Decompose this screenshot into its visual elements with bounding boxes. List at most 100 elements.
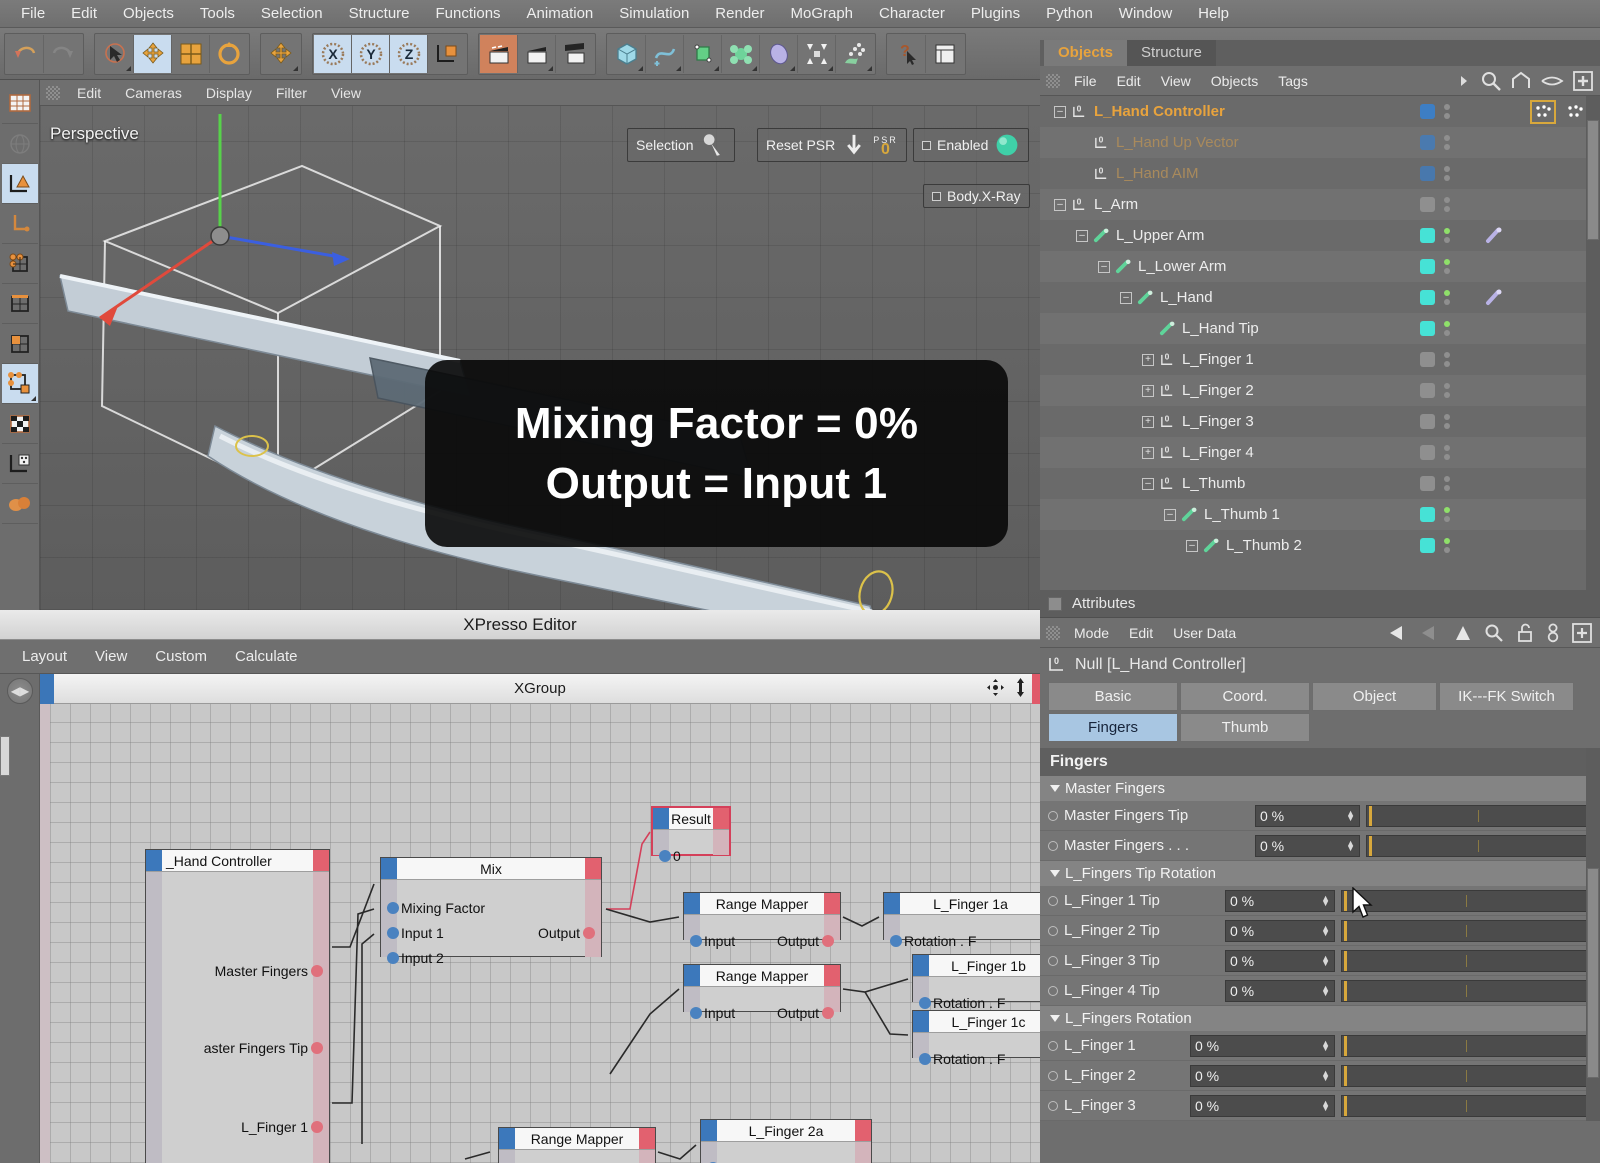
spinner-icon[interactable]: ▲ ▼ xyxy=(1321,983,1330,997)
editor-visibility-dot[interactable] xyxy=(1444,259,1450,265)
visibility-dot-pair[interactable] xyxy=(1444,507,1450,522)
animate-keyframe-dot[interactable] xyxy=(1048,985,1058,996)
node-output-port[interactable]: Master Fingers xyxy=(215,959,323,983)
editor-visibility-dot[interactable] xyxy=(1444,104,1450,110)
render-grid-button[interactable] xyxy=(1,84,38,124)
attribute-slider[interactable] xyxy=(1341,889,1590,912)
attribute-slider[interactable] xyxy=(1366,804,1590,827)
search-icon[interactable] xyxy=(1484,623,1504,643)
attribute-slider[interactable] xyxy=(1341,1064,1590,1087)
xpresso-node-canvas[interactable]: _Hand Controller Master Fingers aster Fing… xyxy=(40,704,1040,1163)
attribute-slider[interactable] xyxy=(1341,1094,1590,1117)
editor-visibility-dot[interactable] xyxy=(1444,290,1450,296)
object-row[interactable]: 0 L_Hand AIM xyxy=(1040,158,1600,189)
enabled-toggle[interactable]: Enabled xyxy=(913,128,1030,162)
port-dot-out-icon[interactable] xyxy=(583,927,595,939)
object-visibility-dots[interactable] xyxy=(1420,228,1450,243)
attribute-value-input[interactable]: 0 % ▲ ▼ xyxy=(1225,979,1335,1002)
editor-visibility-dot[interactable] xyxy=(1444,476,1450,482)
chevron-down-icon[interactable] xyxy=(1050,785,1060,792)
object-color-swatch[interactable] xyxy=(1420,476,1435,491)
editor-visibility-dot[interactable] xyxy=(1444,352,1450,358)
range-mapper-node-1[interactable]: Range Mapper Input Output xyxy=(683,892,841,949)
object-row[interactable]: L_Hand Tip xyxy=(1040,313,1600,344)
object-color-swatch[interactable] xyxy=(1420,290,1435,305)
port-dot-in-icon[interactable] xyxy=(919,997,931,1009)
attribute-value-input[interactable]: 0 % ▲ ▼ xyxy=(1190,1064,1335,1087)
visibility-dot-pair[interactable] xyxy=(1444,538,1450,553)
editor-visibility-dot[interactable] xyxy=(1444,228,1450,234)
menu-item-python[interactable]: Python xyxy=(1033,2,1106,25)
l-finger-2a-node[interactable]: L_Finger 2a Rotation . P xyxy=(700,1119,872,1163)
xpresso-collapse-handle[interactable]: ◀▶ xyxy=(7,678,33,704)
ik-tag-icon[interactable] xyxy=(1484,226,1504,246)
object-row[interactable]: 0 L_Hand Up Vector xyxy=(1040,127,1600,158)
menu-item-tools[interactable]: Tools xyxy=(187,2,248,25)
move-axis-button[interactable] xyxy=(262,35,300,73)
slider-knob[interactable] xyxy=(1369,805,1372,826)
visibility-dot-pair[interactable] xyxy=(1444,383,1450,398)
port-dot-out-icon[interactable] xyxy=(311,1042,323,1054)
viewport-grip-icon[interactable] xyxy=(46,85,60,100)
xpresso-menu-custom[interactable]: Custom xyxy=(141,645,221,668)
render-visibility-dot[interactable] xyxy=(1444,268,1450,274)
attribute-value-input[interactable]: 0 % ▲ ▼ xyxy=(1255,834,1360,857)
slider-knob[interactable] xyxy=(1344,920,1347,941)
collapse-toggle-icon[interactable]: – xyxy=(1054,105,1066,118)
attribute-manager-grip-icon[interactable] xyxy=(1046,625,1060,640)
object-row[interactable]: – L_Upper Arm xyxy=(1040,220,1600,251)
menu-item-animation[interactable]: Animation xyxy=(514,2,607,25)
x-axis-lock-button[interactable]: X xyxy=(314,34,352,73)
object-row[interactable]: +0 L_Finger 3 xyxy=(1040,406,1600,437)
y-axis-lock-button[interactable]: Y xyxy=(352,34,390,73)
undo-button[interactable] xyxy=(6,34,44,73)
attribute-slider[interactable] xyxy=(1366,834,1590,857)
expand-toggle-icon[interactable]: + xyxy=(1142,384,1154,397)
spline-pen-button[interactable] xyxy=(646,34,684,73)
object-color-swatch[interactable] xyxy=(1420,507,1435,522)
reset-psr-button[interactable]: Reset PSR PSR 0 xyxy=(757,128,907,162)
editor-visibility-dot[interactable] xyxy=(1444,383,1450,389)
menu-item-character[interactable]: Character xyxy=(866,2,958,25)
help-cursor-button[interactable]: ? xyxy=(888,34,926,73)
attribute-tab-fingers[interactable]: Fingers xyxy=(1048,713,1178,742)
axis-point-button[interactable] xyxy=(1,444,38,484)
visibility-dot-pair[interactable] xyxy=(1444,352,1450,367)
node-input-port[interactable]: Rotation . P xyxy=(707,1156,794,1163)
animate-keyframe-dot[interactable] xyxy=(1048,895,1058,906)
port-dot-in-icon[interactable] xyxy=(387,902,399,914)
object-visibility-dots[interactable] xyxy=(1420,197,1450,212)
port-dot-in-icon[interactable] xyxy=(387,927,399,939)
object-row[interactable]: +0 L_Finger 1 xyxy=(1040,344,1600,375)
visibility-dot-pair[interactable] xyxy=(1444,445,1450,460)
editor-visibility-dot[interactable] xyxy=(1444,538,1450,544)
animate-keyframe-dot[interactable] xyxy=(1048,955,1058,966)
object-visibility-dots[interactable] xyxy=(1420,507,1450,522)
slider-knob[interactable] xyxy=(1369,835,1372,856)
ik-tag-icon[interactable] xyxy=(1484,288,1504,308)
xgroup-header[interactable]: XGroup xyxy=(40,674,1040,704)
attribute-group-header[interactable]: L_Fingers Rotation xyxy=(1040,1006,1600,1031)
visibility-dot-pair[interactable] xyxy=(1444,290,1450,305)
chevron-down-icon[interactable] xyxy=(1050,870,1060,877)
object-color-swatch[interactable] xyxy=(1420,104,1435,119)
render-visibility-dot[interactable] xyxy=(1444,330,1450,336)
back-arrow-icon[interactable] xyxy=(1388,624,1408,642)
model-mode-button[interactable] xyxy=(1,164,38,204)
range-mapper-node-2[interactable]: Range Mapper Input Output xyxy=(683,964,841,1021)
viewport-menu-display[interactable]: Display xyxy=(195,83,263,103)
collapse-toggle-icon[interactable]: – xyxy=(1186,539,1198,552)
viewport-menu-cameras[interactable]: Cameras xyxy=(114,83,193,103)
object-manager-scrollbar[interactable] xyxy=(1586,96,1600,590)
slider-knob[interactable] xyxy=(1344,1065,1347,1086)
attribute-tab-ik-fk-switch[interactable]: IK---FK Switch xyxy=(1439,682,1574,711)
object-color-swatch[interactable] xyxy=(1420,197,1435,212)
object-manager-tab-objects[interactable]: Objects xyxy=(1044,40,1128,66)
port-dot-in-icon[interactable] xyxy=(690,935,702,947)
animate-keyframe-dot[interactable] xyxy=(1048,840,1058,851)
attribute-value-input[interactable]: 0 % ▲ ▼ xyxy=(1225,949,1335,972)
body-xray-toggle[interactable]: Body.X-Ray xyxy=(923,184,1030,208)
object-tree-list[interactable]: – 0 L_Hand Controller 0 L_Hand Up Vector 0 L_H… xyxy=(1040,96,1600,590)
slider-knob[interactable] xyxy=(1344,1035,1347,1056)
editor-visibility-dot[interactable] xyxy=(1444,197,1450,203)
